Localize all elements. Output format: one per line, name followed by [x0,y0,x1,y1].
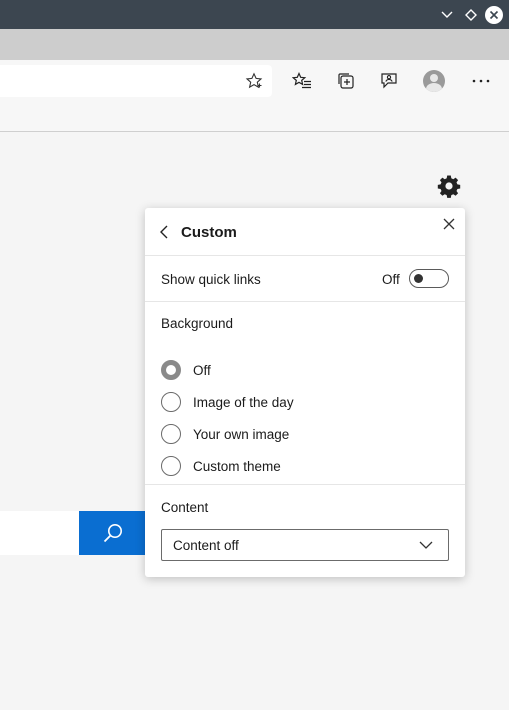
radio-label: Image of the day [193,394,294,410]
radio-label: Your own image [193,426,290,442]
panel-header: Custom [145,208,465,256]
diamond-icon[interactable] [461,0,481,29]
background-option-your-own-image[interactable]: Your own image [161,422,451,446]
content-dropdown[interactable]: Content off [161,529,449,561]
search-button[interactable] [79,511,146,555]
background-section: Background Off Image of the day Your own… [145,302,465,485]
background-heading: Background [161,316,234,331]
profile-avatar[interactable] [419,66,449,96]
collections-icon[interactable] [331,66,361,96]
custom-settings-panel: Custom Show quick links Off Background O… [145,208,465,577]
back-icon[interactable] [155,222,173,242]
quick-links-toggle[interactable] [409,269,449,288]
chevron-down-icon [418,538,434,552]
radio-label: Off [193,362,211,378]
window-close-button[interactable] [484,0,504,29]
close-icon [485,5,503,24]
background-option-off[interactable]: Off [161,358,451,382]
avatar [423,70,445,92]
radio-button[interactable] [161,360,181,380]
window-titlebar [0,0,509,29]
panel-title: Custom [181,224,237,241]
quick-links-label: Show quick links [161,272,261,287]
background-option-custom-theme[interactable]: Custom theme [161,454,451,478]
chevron-down-icon[interactable] [437,0,457,29]
favorites-icon[interactable] [287,66,317,96]
feedback-icon[interactable] [374,66,404,96]
search-input[interactable] [0,511,80,555]
content-heading: Content [161,500,209,515]
close-icon[interactable] [439,214,459,234]
radio-label: Custom theme [193,458,281,474]
content-section: Content Content off [145,485,465,577]
address-bar[interactable] [0,65,272,97]
favorites-bar [0,104,509,132]
radio-button[interactable] [161,424,181,444]
gear-icon[interactable] [436,173,462,199]
content-dropdown-value: Content off [173,538,239,553]
radio-button[interactable] [161,392,181,412]
star-icon[interactable] [244,71,264,91]
radio-button[interactable] [161,456,181,476]
quick-links-row: Show quick links Off [145,256,465,302]
tab-strip [0,29,509,60]
browser-toolbar [0,60,509,104]
more-icon[interactable] [466,66,496,96]
background-option-image-of-the-day[interactable]: Image of the day [161,390,451,414]
quick-links-state: Off [382,272,400,287]
search-icon [103,524,122,543]
